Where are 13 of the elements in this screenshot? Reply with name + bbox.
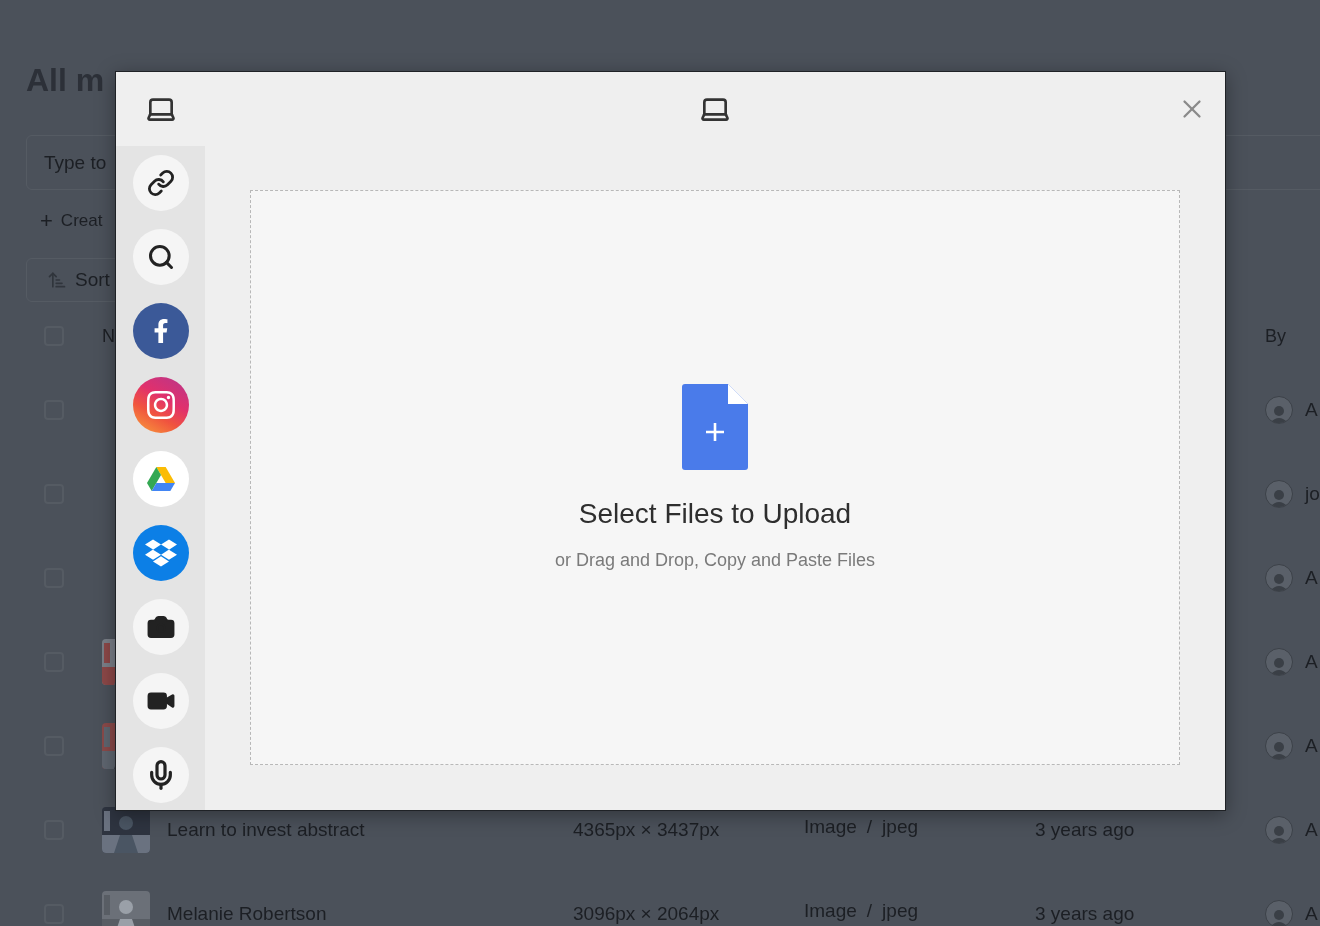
drive-icon (146, 466, 175, 492)
separator: / (866, 900, 873, 922)
search-icon (146, 243, 175, 271)
separator: / (866, 816, 873, 838)
link-icon (146, 169, 175, 197)
drop-zone[interactable]: Select Files to Upload or Drag and Drop, Copy and Paste Files (250, 190, 1180, 765)
instagram-icon (144, 389, 177, 421)
sort-icon (47, 270, 67, 290)
add-file-icon (682, 384, 748, 470)
dropbox-icon (144, 537, 177, 569)
drop-title: Select Files to Upload (578, 498, 852, 530)
plus-icon: + (40, 208, 53, 234)
drop-hint: or Drag and Drop, Copy and Paste Files (554, 550, 876, 571)
